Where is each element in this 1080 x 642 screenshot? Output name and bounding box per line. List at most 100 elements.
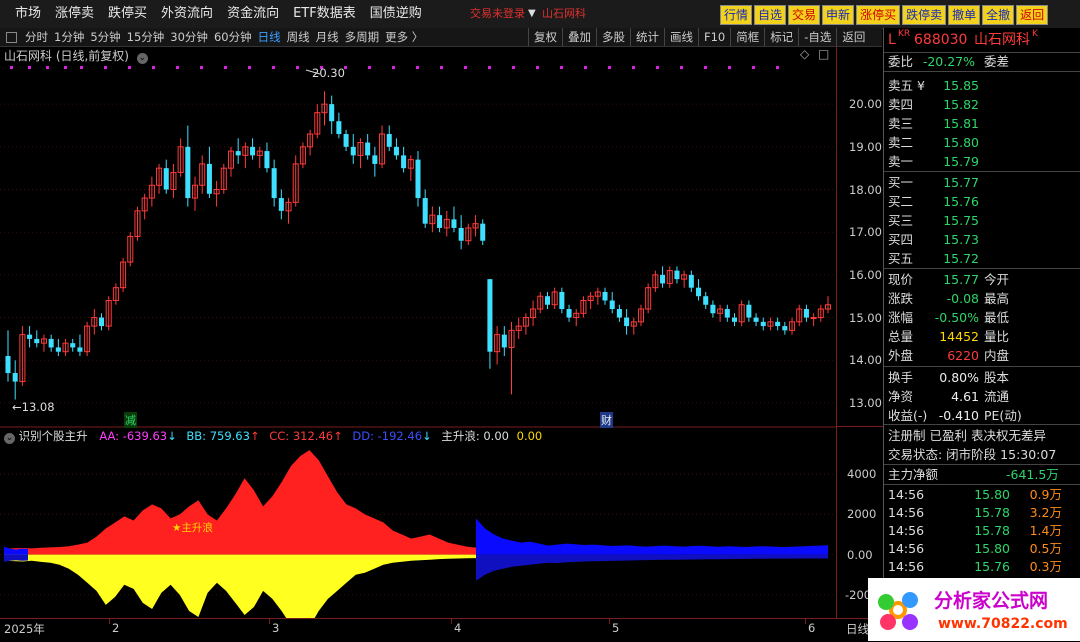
dropdown-arrow-icon[interactable]: ▼ xyxy=(528,8,536,19)
candle[interactable] xyxy=(487,279,493,369)
candle[interactable] xyxy=(256,146,263,169)
period-tab-3[interactable]: 15分钟 xyxy=(124,28,168,46)
candle[interactable] xyxy=(192,176,199,211)
period-tab-4[interactable]: 30分钟 xyxy=(167,28,211,46)
candle[interactable] xyxy=(27,326,33,348)
candle[interactable] xyxy=(630,317,637,335)
candle[interactable] xyxy=(674,266,680,284)
candle[interactable] xyxy=(580,296,587,318)
candle[interactable] xyxy=(429,206,436,233)
finance-mark[interactable]: 财 xyxy=(600,412,613,428)
tool-button-2[interactable]: 多股 xyxy=(596,28,630,46)
candle[interactable] xyxy=(415,151,421,207)
candle[interactable] xyxy=(796,304,803,327)
candle[interactable] xyxy=(213,180,220,207)
menu-item-6[interactable]: 国债逆购 xyxy=(363,0,429,28)
candle[interactable] xyxy=(789,317,796,335)
tool-button-6[interactable]: 简框 xyxy=(730,28,764,46)
candle[interactable] xyxy=(803,304,809,322)
candle[interactable] xyxy=(767,317,774,331)
candle[interactable] xyxy=(127,232,134,267)
candle[interactable] xyxy=(401,146,407,173)
candle[interactable] xyxy=(34,330,40,348)
candle[interactable] xyxy=(336,112,342,139)
candle[interactable] xyxy=(285,198,292,224)
candle[interactable] xyxy=(660,266,666,288)
candle[interactable] xyxy=(609,291,615,314)
candle[interactable] xyxy=(372,146,378,177)
candle[interactable] xyxy=(710,300,716,318)
candle[interactable] xyxy=(746,300,752,322)
candle[interactable] xyxy=(314,104,321,139)
menu-item-4[interactable]: 资金流向 xyxy=(220,0,286,28)
candle[interactable] xyxy=(810,313,817,327)
candle[interactable] xyxy=(760,317,766,331)
menu-item-2[interactable]: 跌停买 xyxy=(101,0,154,28)
candle[interactable] xyxy=(594,287,601,305)
period-tab-9[interactable]: 多周期 xyxy=(342,28,383,46)
top-button-6[interactable]: 撤单 xyxy=(948,5,981,25)
candle[interactable] xyxy=(350,134,356,164)
menu-item-5[interactable]: ETF数据表 xyxy=(286,0,363,28)
layout-icon[interactable] xyxy=(6,32,17,43)
sell-level-row[interactable]: 卖二 15.80 xyxy=(884,133,1080,152)
candle[interactable] xyxy=(84,321,91,356)
tool-button-8[interactable]: -自选 xyxy=(798,28,836,46)
candle[interactable] xyxy=(703,291,709,310)
candle[interactable] xyxy=(299,142,306,169)
candle[interactable] xyxy=(177,138,184,177)
candle[interactable] xyxy=(717,304,724,322)
candle[interactable] xyxy=(451,206,457,233)
candle[interactable] xyxy=(278,189,284,220)
candle[interactable] xyxy=(537,291,544,314)
sell-level-row[interactable]: 卖四 15.82 xyxy=(884,95,1080,114)
buy-level-row[interactable]: 买三 15.75 xyxy=(884,211,1080,230)
tool-button-4[interactable]: 画线 xyxy=(664,28,698,46)
candle[interactable] xyxy=(343,129,349,152)
candle[interactable] xyxy=(480,219,486,245)
candle[interactable] xyxy=(465,223,472,245)
candle[interactable] xyxy=(5,330,11,382)
buy-level-row[interactable]: 买一 15.77 xyxy=(884,173,1080,192)
candle[interactable] xyxy=(62,338,69,356)
candle[interactable] xyxy=(624,309,630,335)
period-tab-8[interactable]: 月线 xyxy=(313,28,342,46)
top-button-3[interactable]: 申新 xyxy=(822,5,855,25)
tool-button-5[interactable]: F10 xyxy=(698,28,730,46)
candle[interactable] xyxy=(91,309,98,335)
candle[interactable] xyxy=(206,146,212,199)
tool-button-1[interactable]: 叠加 xyxy=(562,28,596,46)
candle[interactable] xyxy=(645,283,652,314)
candle[interactable] xyxy=(141,193,148,220)
menu-item-3[interactable]: 外资流向 xyxy=(154,0,220,28)
candle[interactable] xyxy=(220,163,227,194)
candle[interactable] xyxy=(105,296,112,331)
menu-item-0[interactable]: 市场 xyxy=(8,0,48,28)
square-icon[interactable]: □ xyxy=(818,47,829,61)
candle[interactable] xyxy=(515,317,522,339)
kline-chart[interactable] xyxy=(0,60,836,618)
candle[interactable] xyxy=(271,159,277,207)
top-button-1[interactable]: 自选 xyxy=(754,5,787,25)
candle[interactable] xyxy=(544,291,550,310)
tool-button-7[interactable]: 标记 xyxy=(764,28,798,46)
candle[interactable] xyxy=(235,138,241,164)
candle[interactable] xyxy=(40,334,47,352)
sell-level-row[interactable]: 卖一 15.79 xyxy=(884,152,1080,171)
diamond-icon[interactable]: ◇ xyxy=(800,47,809,61)
top-button-7[interactable]: 全撤 xyxy=(982,5,1015,25)
candle[interactable] xyxy=(501,326,507,356)
candle[interactable] xyxy=(199,155,206,194)
candle[interactable] xyxy=(602,287,608,305)
buy-level-row[interactable]: 买五 15.72 xyxy=(884,249,1080,268)
candle[interactable] xyxy=(775,317,781,331)
candle[interactable] xyxy=(458,215,464,250)
candle[interactable] xyxy=(70,338,76,352)
candle[interactable] xyxy=(321,91,328,126)
candle[interactable] xyxy=(587,291,594,310)
period-tab-5[interactable]: 60分钟 xyxy=(211,28,255,46)
candle[interactable] xyxy=(616,304,622,322)
candle[interactable] xyxy=(48,334,54,352)
candle[interactable] xyxy=(422,189,428,228)
candle[interactable] xyxy=(307,129,314,156)
